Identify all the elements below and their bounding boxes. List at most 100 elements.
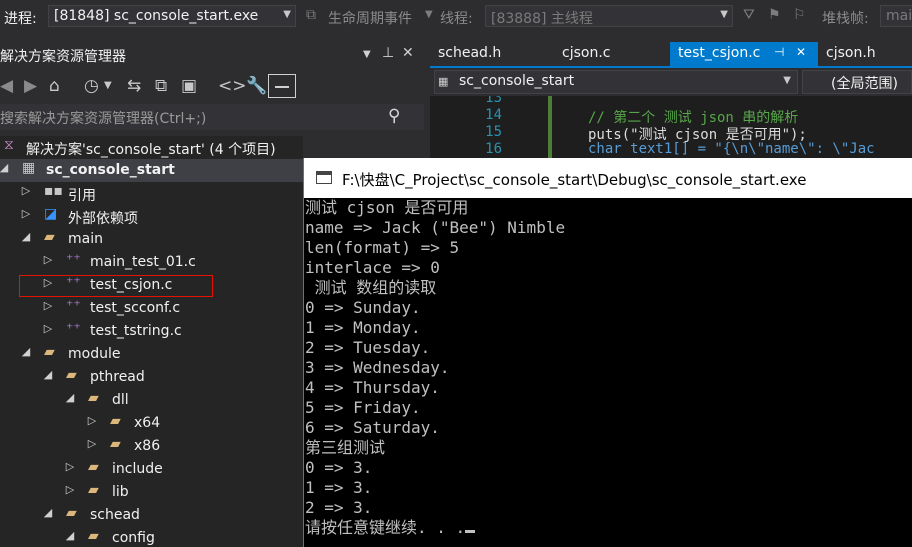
home-icon[interactable]: ⌂ — [49, 76, 60, 96]
tree-item[interactable]: ◢ ▦ sc_console_start — [0, 159, 303, 182]
close-icon[interactable]: ✕ — [402, 45, 414, 61]
expanded-chevron-icon[interactable]: ◢ — [64, 391, 76, 404]
stack-frame-select[interactable]: mai — [880, 5, 912, 27]
solution-explorer-search[interactable]: 搜索解决方案资源管理器(Ctrl+;) ⚲ — [0, 104, 424, 130]
tree-item[interactable]: ⧖ 解决方案'sc_console_start' (4 个项目) — [0, 136, 303, 159]
code-editor[interactable]: 13 14 15 16 // 第二个 测试 json 串的解析 puts("测试… — [430, 96, 912, 160]
console-window[interactable]: F:\快盘\C_Project\sc_console_start\Debug\s… — [303, 158, 912, 547]
console-title-bar[interactable]: F:\快盘\C_Project\sc_console_start\Debug\s… — [304, 158, 912, 198]
collapsed-chevron-icon[interactable]: ▷ — [42, 322, 54, 335]
sync-icon[interactable]: ⇆ — [127, 76, 141, 96]
expanded-chevron-icon[interactable]: ◢ — [20, 230, 32, 243]
tree-item-label: pthread — [90, 369, 145, 385]
back-icon[interactable]: ◀ — [0, 76, 13, 96]
tab-schead-h[interactable]: schead.h — [430, 42, 554, 66]
flag-threads-icon[interactable]: ⚐ — [793, 7, 806, 23]
collapse-all-icon[interactable]: ⧉ — [155, 76, 167, 96]
tree-item-label: sc_console_start — [46, 162, 175, 178]
console-line-text: 2 => 3. — [305, 498, 373, 517]
line-number: 16 — [485, 141, 502, 157]
properties-wrench-icon[interactable]: 🔧 — [246, 76, 267, 96]
flag-toggle-icon[interactable]: ⚑ — [768, 7, 781, 23]
tree-item[interactable]: ▷ ⁺⁺ test_tstring.c — [0, 320, 303, 343]
tree-item[interactable]: ▷ ⁺⁺ test_scconf.c — [0, 297, 303, 320]
tree-item-label: 解决方案'sc_console_start' (4 个项目) — [26, 142, 276, 158]
tab-label: cjson.c — [562, 45, 611, 61]
code-view-icon[interactable]: <> — [218, 76, 247, 96]
expanded-chevron-icon[interactable]: ◢ — [64, 529, 76, 542]
pin-icon[interactable]: ⊣ — [774, 45, 784, 59]
solution-explorer-toolbar: ◀ ▶ ⌂ ◷ ▼ ⇆ ⧉ ▣ <> 🔧 — [0, 70, 424, 102]
process-select[interactable]: [81848] sc_console_start.exe ▼ — [48, 5, 296, 27]
console-line: 2 => 3. — [305, 498, 372, 518]
expanded-chevron-icon[interactable]: ◢ — [42, 368, 54, 381]
project-nav-select[interactable]: ▦ sc_console_start ▼ — [434, 70, 798, 94]
chevron-down-icon[interactable]: ▼ — [425, 9, 433, 20]
chevron-down-icon: ▼ — [720, 9, 728, 20]
folder-icon: ▰ — [44, 344, 55, 360]
tree-item[interactable]: ▷ ▰ x86 — [0, 435, 303, 458]
tree-item[interactable]: ▷ ▰ lib — [0, 481, 303, 504]
show-all-files-icon[interactable]: ▣ — [181, 76, 197, 96]
console-line-text: interlace => 0 — [305, 258, 440, 277]
lifecycle-icon[interactable]: ⧉ — [306, 7, 316, 23]
search-icon[interactable]: ⚲ — [388, 106, 400, 126]
search-input[interactable]: 搜索解决方案资源管理器(Ctrl+;) — [0, 108, 206, 128]
tree-item[interactable]: ◢ ▰ config — [0, 527, 303, 547]
forward-icon[interactable]: ▶ — [24, 76, 37, 96]
close-icon[interactable]: ✕ — [796, 45, 806, 59]
collapsed-chevron-icon[interactable]: ▷ — [86, 414, 98, 427]
console-line: 请按任意键继续. . . — [305, 518, 476, 538]
dropdown-icon[interactable]: ▼ — [363, 49, 371, 60]
tree-item[interactable]: ◢ ▰ module — [0, 343, 303, 366]
console-line-text: 1 => 3. — [305, 478, 373, 497]
process-label: 进程: — [4, 11, 37, 27]
change-marker — [548, 96, 552, 160]
tree-item-label: test_scconf.c — [90, 300, 181, 316]
tree-item[interactable]: ▷ ⁺⁺ main_test_01.c — [0, 251, 303, 274]
console-line-text: len(format) => 5 — [305, 238, 460, 257]
thread-select[interactable]: [83888] 主线程 ▼ — [485, 5, 733, 27]
history-icon[interactable]: ◷ — [84, 76, 99, 96]
tree-item[interactable]: ▷ ▪▪ 引用 — [0, 182, 303, 205]
project-icon: ▦ — [22, 160, 36, 176]
console-line-text: 6 => Saturday. — [305, 418, 440, 437]
filter-icon[interactable]: ⛛ — [743, 7, 755, 23]
collapsed-chevron-icon[interactable]: ▷ — [20, 207, 32, 220]
expanded-chevron-icon[interactable]: ◢ — [42, 506, 54, 519]
tree-item-label: schead — [90, 507, 140, 523]
tree-item-label: module — [68, 346, 121, 362]
tree-item[interactable]: ◢ ▰ main — [0, 228, 303, 251]
scope-select[interactable]: (全局范围) — [802, 70, 912, 94]
tree-item[interactable]: ◢ ▰ schead — [0, 504, 303, 527]
tree-item[interactable]: ▷ ▰ x64 — [0, 412, 303, 435]
collapsed-chevron-icon[interactable]: ▷ — [20, 184, 32, 197]
tab-test-csjon-c[interactable]: test_csjon.c ⊣ ✕ — [670, 42, 818, 66]
tree-item[interactable]: ◢ ▰ dll — [0, 389, 303, 412]
collapsed-chevron-icon[interactable]: ▷ — [42, 253, 54, 266]
solution-tree: ⧖ 解决方案'sc_console_start' (4 个项目) ◢ ▦ sc_cons… — [0, 136, 303, 547]
pin-icon[interactable]: ⊥ — [382, 45, 394, 61]
project-icon: ▦ — [438, 75, 449, 88]
tree-item[interactable]: ▷ ◪ 外部依赖项 — [0, 205, 303, 228]
external-dependencies-icon: ◪ — [44, 206, 58, 222]
tab-cjson-h[interactable]: cjson.h — [818, 42, 912, 66]
expanded-chevron-icon[interactable]: ◢ — [0, 161, 10, 174]
collapsed-chevron-icon[interactable]: ▷ — [64, 460, 76, 473]
tree-item-label: test_tstring.c — [90, 323, 182, 339]
collapsed-chevron-icon[interactable]: ▷ — [64, 483, 76, 496]
console-line-text: 第三组测试 — [305, 438, 386, 457]
preview-toggle-button[interactable] — [268, 74, 296, 98]
lifecycle-events-button[interactable]: 生命周期事件 — [328, 8, 412, 28]
chevron-down-icon[interactable]: ▼ — [104, 80, 112, 91]
tree-item[interactable]: ▷ ▰ include — [0, 458, 303, 481]
line-number: 13 — [485, 96, 502, 106]
chevron-down-icon: ▼ — [283, 9, 291, 20]
expanded-chevron-icon[interactable]: ◢ — [20, 345, 32, 358]
tab-cjson-c[interactable]: cjson.c — [554, 42, 670, 66]
console-line-text: 测试 数组的读取 — [305, 278, 437, 297]
collapsed-chevron-icon[interactable]: ▷ — [86, 437, 98, 450]
collapsed-chevron-icon[interactable]: ▷ — [42, 299, 54, 312]
tree-item[interactable]: ◢ ▰ pthread — [0, 366, 303, 389]
tab-underline — [430, 66, 912, 68]
